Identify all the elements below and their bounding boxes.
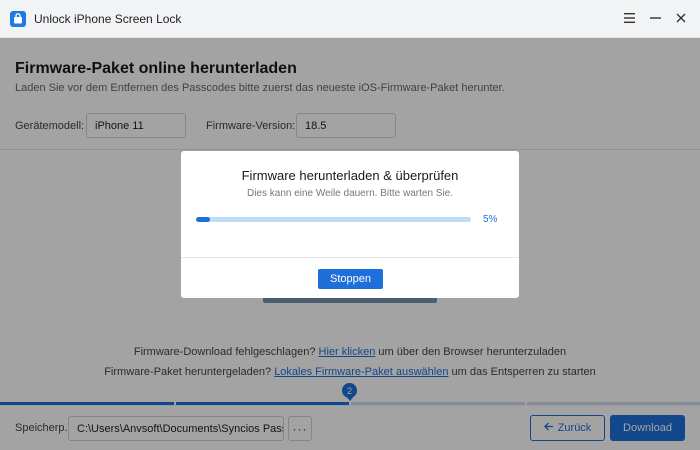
download-progress-bar xyxy=(196,217,471,222)
title-bar: Unlock iPhone Screen Lock xyxy=(0,0,700,38)
progress-percent-label: 5% xyxy=(483,214,498,225)
dialog-divider xyxy=(181,257,519,258)
app-logo-icon xyxy=(10,10,26,27)
download-progress-fill xyxy=(196,217,210,222)
dialog-subtitle: Dies kann eine Weile dauern. Bitte warte… xyxy=(246,188,454,199)
menu-icon[interactable] xyxy=(620,9,638,27)
download-dialog: Firmware herunterladen & überprüfen Dies… xyxy=(181,151,519,298)
dialog-title: Firmware herunterladen & überprüfen xyxy=(241,168,459,183)
minimize-icon[interactable] xyxy=(646,9,664,27)
stop-button[interactable]: Stoppen xyxy=(318,269,383,289)
close-icon[interactable] xyxy=(672,9,690,27)
app-title: Unlock iPhone Screen Lock xyxy=(34,11,182,26)
